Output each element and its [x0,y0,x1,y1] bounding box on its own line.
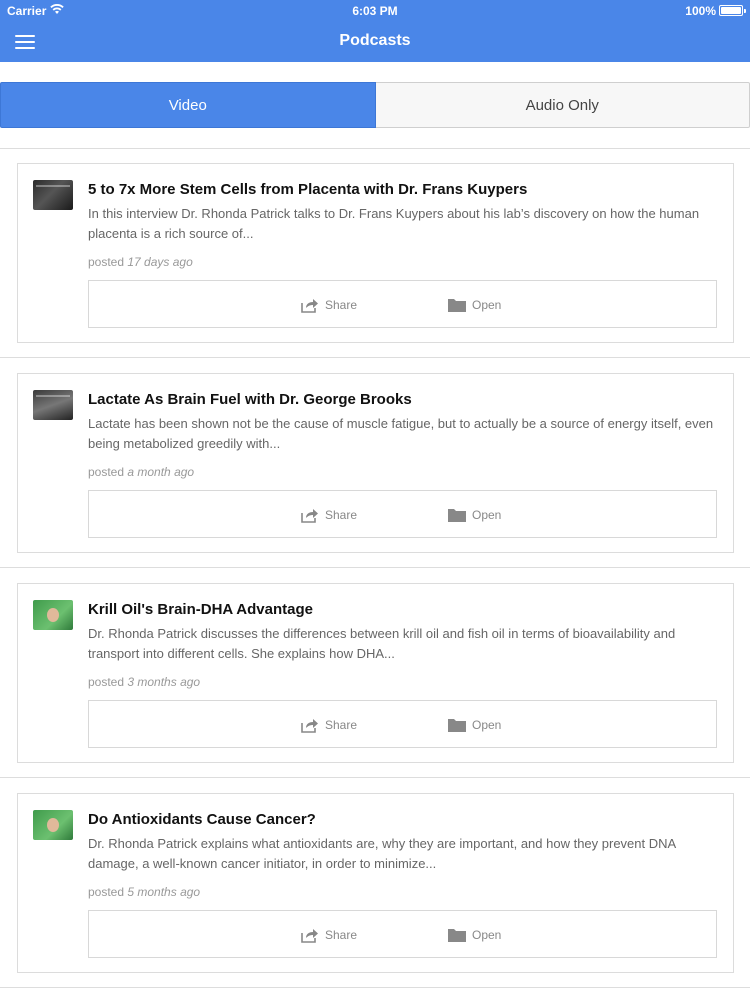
open-label: Open [472,508,502,522]
podcast-list[interactable]: 5 to 7x More Stem Cells from Placenta wi… [0,148,750,1000]
posted-prefix: posted [88,465,125,479]
podcast-card: Do Antioxidants Cause Cancer? Dr. Rhonda… [17,793,734,973]
share-button[interactable]: Share [301,715,357,735]
video-thumbnail[interactable] [33,180,73,210]
posted-date: posted 5 months ago [88,885,200,899]
battery-percent: 100% [685,4,716,18]
share-label: Share [325,508,358,522]
share-icon [301,928,318,943]
podcast-title[interactable]: Do Antioxidants Cause Cancer? [88,811,718,828]
podcast-card: Krill Oil's Brain-DHA Advantage Dr. Rhon… [17,583,734,763]
share-label: Share [325,298,358,312]
open-button[interactable]: Open [448,715,501,735]
page-title: Podcasts [339,32,411,49]
divider [0,987,750,988]
list-item: Do Antioxidants Cause Cancer? Dr. Rhonda… [0,778,750,988]
share-button[interactable]: Share [301,295,357,315]
podcast-description: Dr. Rhonda Patrick explains what antioxi… [88,836,676,871]
action-bar: Share Open [88,490,717,538]
open-button[interactable]: Open [448,925,501,945]
posted-ago: a month ago [127,465,195,479]
folder-icon [448,719,466,732]
posted-date: posted a month ago [88,465,194,479]
battery-icon [719,5,746,16]
folder-icon [448,509,466,522]
share-icon [301,508,318,523]
share-button[interactable]: Share [301,505,357,525]
posted-date: posted 17 days ago [88,255,193,269]
share-button[interactable]: Share [301,925,357,945]
posted-date: posted 3 months ago [88,675,200,689]
podcast-title[interactable]: Krill Oil's Brain-DHA Advantage [88,601,718,618]
podcast-description: In this interview Dr. Rhonda Patrick tal… [88,206,700,241]
top-bar: Carrier 6:03 PM 100% Podcasts [0,0,750,62]
list-item: Lactate As Brain Fuel with Dr. George Br… [0,358,750,568]
tab-audio-only[interactable]: Audio Only [375,82,750,128]
share-label: Share [325,928,358,942]
nav-bar: Podcasts [0,22,750,62]
tab-video[interactable]: Video [0,82,376,128]
status-bar: Carrier 6:03 PM 100% [0,0,750,22]
open-label: Open [472,298,502,312]
open-button[interactable]: Open [448,295,501,315]
podcast-card: Lactate As Brain Fuel with Dr. George Br… [17,373,734,553]
posted-prefix: posted [88,255,125,269]
list-item: Krill Oil's Brain-DHA Advantage Dr. Rhon… [0,568,750,778]
podcast-description: Lactate has been shown not be the cause … [88,416,714,451]
share-icon [301,298,318,313]
podcast-card: 5 to 7x More Stem Cells from Placenta wi… [17,163,734,343]
video-thumbnail[interactable] [33,810,73,840]
action-bar: Share Open [88,280,717,328]
podcast-title[interactable]: 5 to 7x More Stem Cells from Placenta wi… [88,181,718,198]
open-label: Open [472,928,502,942]
clock: 6:03 PM [352,4,398,18]
folder-icon [448,299,466,312]
action-bar: Share Open [88,910,717,958]
posted-prefix: posted [88,675,125,689]
folder-icon [448,929,466,942]
podcast-title[interactable]: Lactate As Brain Fuel with Dr. George Br… [88,391,718,408]
posted-ago: 17 days ago [127,255,193,269]
video-thumbnail[interactable] [33,600,73,630]
share-icon [301,718,318,733]
share-label: Share [325,718,358,732]
list-item: 5 to 7x More Stem Cells from Placenta wi… [0,148,750,358]
open-button[interactable]: Open [448,505,501,525]
segment-area: Video Audio Only [0,62,750,148]
open-label: Open [472,718,502,732]
media-type-segmented-control: Video Audio Only [0,82,750,128]
posted-ago: 5 months ago [127,885,201,899]
action-bar: Share Open [88,700,717,748]
podcast-description: Dr. Rhonda Patrick discusses the differe… [88,626,676,661]
posted-ago: 3 months ago [127,675,201,689]
video-thumbnail[interactable] [33,390,73,420]
posted-prefix: posted [88,885,125,899]
